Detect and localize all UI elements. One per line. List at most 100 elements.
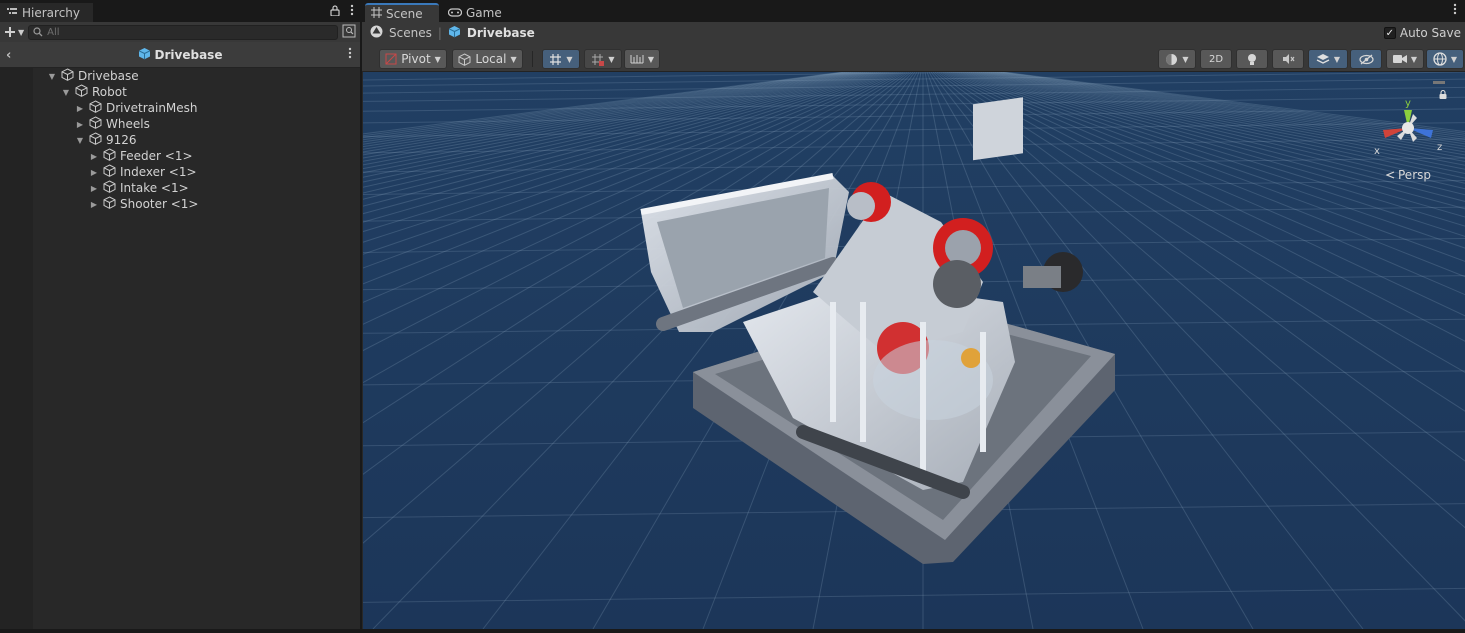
local-cube-icon bbox=[458, 52, 471, 66]
breadcrumb-prefab[interactable]: Drivebase bbox=[467, 26, 535, 40]
tab-scene[interactable]: Scene bbox=[365, 3, 439, 22]
gizmo-x-label: x bbox=[1374, 146, 1380, 157]
hierarchy-item[interactable]: ▼ Robot bbox=[61, 84, 127, 100]
autosave-checkbox[interactable]: ✓ bbox=[1383, 27, 1396, 39]
hierarchy-item-label: 9126 bbox=[106, 133, 137, 147]
expanded-arrow-icon[interactable]: ▼ bbox=[61, 88, 71, 97]
eye-slash-icon bbox=[1358, 53, 1374, 65]
gizmo-axes bbox=[1383, 110, 1433, 142]
layers-effects-icon bbox=[1316, 53, 1330, 64]
tab-game-label: Game bbox=[466, 5, 502, 20]
expanded-arrow-icon[interactable]: ▼ bbox=[75, 136, 85, 145]
gameobject-cube-icon bbox=[89, 116, 102, 132]
electronics-box bbox=[973, 97, 1023, 161]
search-field[interactable] bbox=[28, 24, 338, 40]
hierarchy-panel: Hierarchy ▼ ‹ Drivebase bbox=[0, 0, 361, 633]
camera-dropdown[interactable]: ▼ bbox=[1386, 49, 1424, 69]
lock-icon[interactable] bbox=[330, 4, 340, 19]
window-bottom-edge bbox=[0, 629, 1465, 633]
projection-toggle[interactable]: Persp bbox=[1385, 168, 1431, 182]
gameobject-cube-icon bbox=[103, 180, 116, 196]
hierarchy-item[interactable]: ▼ 9126 bbox=[75, 132, 137, 148]
tree-gutter bbox=[0, 68, 33, 633]
hierarchy-item[interactable]: ▶ Intake <1> bbox=[89, 180, 189, 196]
chevron-down-icon: ▼ bbox=[608, 54, 615, 64]
grid-hash-icon bbox=[371, 6, 382, 21]
back-arrow-icon[interactable]: ‹ bbox=[6, 48, 11, 63]
ruler-icon bbox=[630, 55, 644, 64]
scene-viewport[interactable] bbox=[363, 72, 1465, 629]
hierarchy-item[interactable]: ▶ Wheels bbox=[75, 116, 150, 132]
scene-toolbar: Pivot ▼ Local ▼ ▼ ▼ ▼ ▼ 2D ▼ ▼ ▼ bbox=[362, 44, 1465, 72]
gizmo-center[interactable] bbox=[1402, 122, 1414, 134]
collapsed-arrow-icon[interactable]: ▶ bbox=[89, 152, 99, 161]
pivot-label: Pivot bbox=[401, 52, 431, 66]
pivot-dropdown[interactable]: Pivot ▼ bbox=[379, 49, 447, 69]
grid-snap-icon bbox=[550, 53, 562, 65]
chevron-down-icon: ▼ bbox=[510, 54, 517, 64]
hierarchy-item[interactable]: ▶ DrivetrainMesh bbox=[75, 100, 198, 116]
chevron-down-icon: ▼ bbox=[1410, 54, 1418, 64]
gameobject-cube-icon bbox=[103, 164, 116, 180]
local-dropdown[interactable]: Local ▼ bbox=[452, 49, 523, 69]
audio-toggle[interactable] bbox=[1272, 49, 1304, 69]
pivot-icon bbox=[385, 53, 397, 65]
gameobject-cube-icon bbox=[61, 68, 74, 84]
prefab-header: ‹ Drivebase bbox=[0, 42, 360, 68]
hierarchy-item-label: DrivetrainMesh bbox=[106, 101, 198, 115]
scene-search-icon[interactable] bbox=[342, 24, 356, 41]
collapsed-arrow-icon[interactable]: ▶ bbox=[89, 184, 99, 193]
hierarchy-item[interactable]: ▶ Shooter <1> bbox=[89, 196, 199, 212]
gizmo-y-label: y bbox=[1405, 98, 1411, 109]
autosave-toggle[interactable]: ✓ Auto Save bbox=[1383, 26, 1461, 40]
search-input[interactable] bbox=[47, 26, 308, 38]
lighting-toggle[interactable] bbox=[1236, 49, 1268, 69]
collapsed-arrow-icon[interactable]: ▶ bbox=[75, 104, 85, 113]
more-options-icon[interactable] bbox=[350, 4, 354, 19]
effects-dropdown[interactable]: ▼ bbox=[1308, 49, 1348, 69]
prefab-more-icon[interactable] bbox=[348, 47, 352, 62]
create-button[interactable]: ▼ bbox=[4, 26, 24, 38]
tab-hierarchy[interactable]: Hierarchy bbox=[0, 3, 93, 22]
autosave-label: Auto Save bbox=[1399, 26, 1461, 40]
hierarchy-item[interactable]: ▼ Drivebase bbox=[47, 68, 139, 84]
grid-snap-toggle[interactable]: ▼ bbox=[542, 49, 580, 69]
tab-scene-label: Scene bbox=[386, 6, 423, 21]
expanded-arrow-icon[interactable]: ▼ bbox=[47, 72, 57, 81]
breadcrumb: Scenes | Drivebase ✓ Auto Save bbox=[362, 22, 1465, 44]
draw-mode-dropdown[interactable]: ▼ bbox=[1158, 49, 1196, 69]
gizmo-lock-icon[interactable] bbox=[1439, 88, 1447, 102]
collapsed-arrow-icon[interactable]: ▶ bbox=[89, 200, 99, 209]
speaker-mute-icon bbox=[1282, 54, 1294, 64]
collapsed-arrow-icon[interactable]: ▶ bbox=[89, 168, 99, 177]
gizmos-dropdown[interactable]: ▼ bbox=[1426, 49, 1464, 69]
chevron-down-icon: ▼ bbox=[1450, 54, 1458, 64]
persp-label: Persp bbox=[1398, 168, 1431, 182]
grid-visibility-toggle[interactable]: ▼ bbox=[584, 49, 622, 69]
hidden-objects-toggle[interactable] bbox=[1350, 49, 1382, 69]
scene-more-icon[interactable] bbox=[1453, 3, 1457, 18]
lightbulb-icon bbox=[1248, 53, 1256, 65]
yellow-gear bbox=[961, 348, 981, 368]
motor bbox=[933, 260, 981, 308]
breadcrumb-scenes[interactable]: Scenes bbox=[389, 26, 432, 40]
gameobject-cube-icon bbox=[89, 100, 102, 116]
gameobject-cube-icon bbox=[103, 196, 116, 212]
hierarchy-item-label: Robot bbox=[92, 85, 127, 99]
mode-2d-toggle[interactable]: 2D bbox=[1200, 49, 1232, 69]
hierarchy-tree: ▼ Drivebase ▼ Robot ▶ DrivetrainMesh ▶ Wheels ▼ 9… bbox=[0, 68, 360, 633]
tab-game[interactable]: Game bbox=[442, 3, 506, 22]
shooter-hub bbox=[945, 230, 981, 266]
hierarchy-item[interactable]: ▶ Feeder <1> bbox=[89, 148, 193, 164]
hierarchy-item-label: Drivebase bbox=[78, 69, 139, 83]
hierarchy-item-label: Shooter <1> bbox=[120, 197, 199, 211]
gameobject-cube-icon bbox=[89, 132, 102, 148]
hierarchy-item[interactable]: ▶ Indexer <1> bbox=[89, 164, 197, 180]
local-label: Local bbox=[475, 52, 507, 66]
prefab-cube-icon bbox=[138, 47, 151, 63]
chevron-down-icon: ▼ bbox=[647, 54, 654, 64]
collapsed-arrow-icon[interactable]: ▶ bbox=[75, 120, 85, 129]
breadcrumb-separator: | bbox=[437, 26, 442, 40]
increment-snap-toggle[interactable]: ▼ bbox=[624, 49, 660, 69]
gizmo-handle bbox=[1433, 81, 1445, 84]
